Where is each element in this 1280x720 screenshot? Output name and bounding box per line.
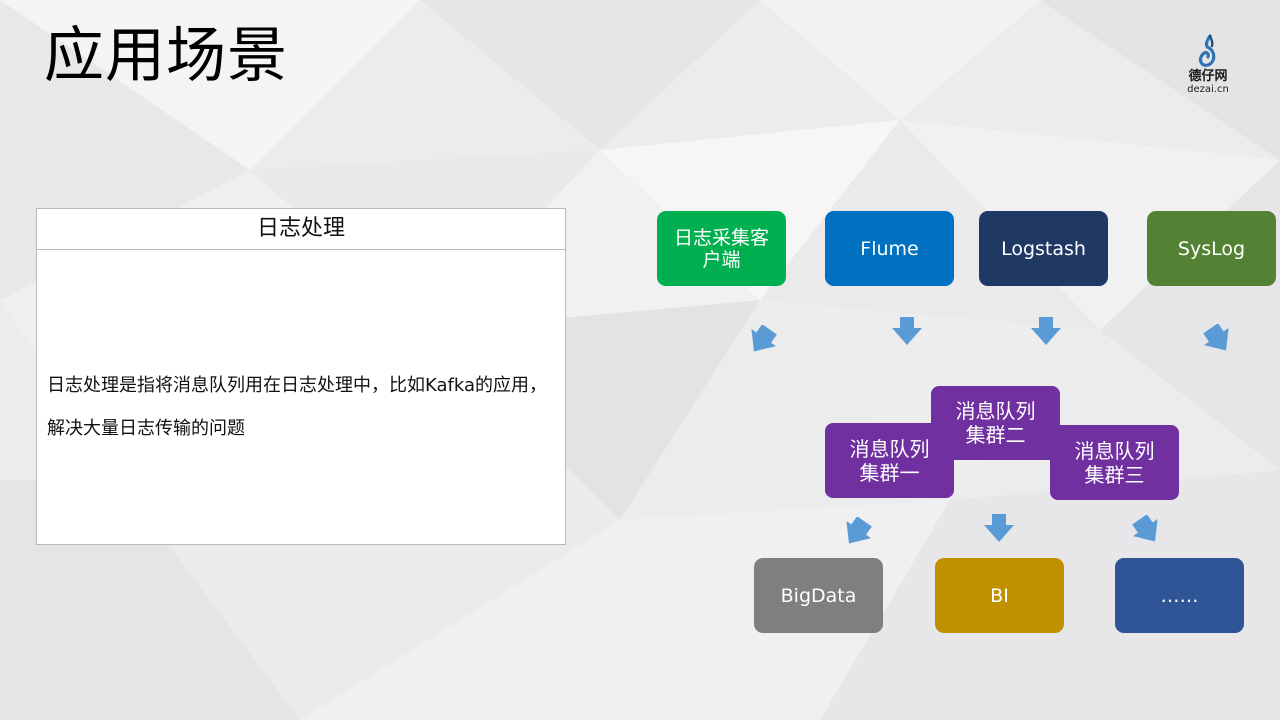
sink-node-bigdata: BigData <box>754 558 883 633</box>
info-box-body: 日志处理是指将消息队列用在日志处理中，比如Kafka的应用， 解决大量日志传输的… <box>47 364 562 450</box>
source-node-flume: Flume <box>825 211 954 286</box>
arrow-down-right-icon <box>1201 324 1235 354</box>
queue-node-cluster-1-label: 消息队列集群一 <box>849 436 930 485</box>
logo-mark-icon <box>1198 34 1216 67</box>
arrow-down-icon <box>1029 316 1063 346</box>
slide: 应用场景 德仔网 dezai.cn 日志处理 日志处理是指将消息队列用在日志处理… <box>0 0 1280 720</box>
queue-node-cluster-1: 消息队列集群一 <box>825 423 954 498</box>
source-node-logstash: Logstash <box>979 211 1108 286</box>
sink-node-more: …… <box>1115 558 1244 633</box>
info-box-line-2: 解决大量日志传输的问题 <box>47 418 245 439</box>
queue-node-cluster-3: 消息队列集群三 <box>1050 425 1179 500</box>
arrow-down-icon <box>890 316 924 346</box>
sink-node-bi: BI <box>935 558 1064 633</box>
source-node-log-client: 日志采集客户端 <box>657 211 786 286</box>
arrow-down-left-icon <box>745 325 779 355</box>
source-node-flume-label: Flume <box>860 237 919 260</box>
arrow-down-icon <box>982 513 1016 543</box>
sink-node-more-label: …… <box>1160 584 1199 607</box>
source-node-syslog: SysLog <box>1147 211 1276 286</box>
logo-domain: dezai.cn <box>1187 84 1229 95</box>
info-box-line-1: 日志处理是指将消息队列用在日志处理中，比如Kafka的应用， <box>47 375 547 396</box>
arrow-down-right-icon <box>1130 515 1164 545</box>
arrow-down-left-icon <box>840 517 874 547</box>
logo: 德仔网 dezai.cn <box>1180 34 1236 95</box>
logo-name: 德仔网 <box>1188 69 1228 84</box>
info-box: 日志处理 日志处理是指将消息队列用在日志处理中，比如Kafka的应用， 解决大量… <box>36 208 566 545</box>
slide-title: 应用场景 <box>44 21 288 91</box>
source-node-log-client-label: 日志采集客户端 <box>673 226 769 271</box>
info-box-header: 日志处理 <box>37 209 565 250</box>
sink-node-bigdata-label: BigData <box>780 584 857 607</box>
source-node-logstash-label: Logstash <box>1001 237 1086 260</box>
sink-node-bi-label: BI <box>990 584 1009 607</box>
queue-node-cluster-2-label: 消息队列集群二 <box>955 399 1036 447</box>
queue-node-cluster-3-label: 消息队列集群三 <box>1074 438 1155 487</box>
source-node-syslog-label: SysLog <box>1177 237 1246 260</box>
